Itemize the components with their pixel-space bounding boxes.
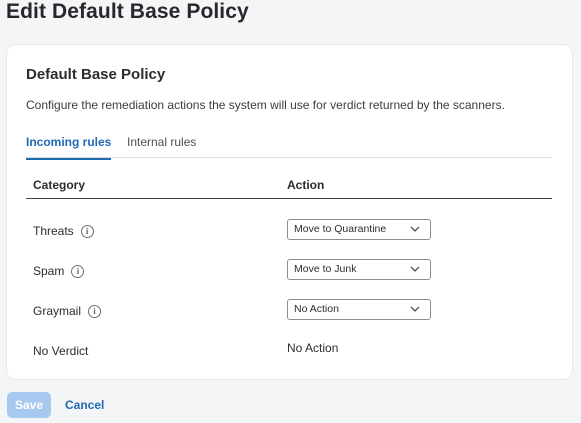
category-cell: Spam i [33,264,85,278]
action-dropdown-threats[interactable]: Move to Quarantine [287,219,431,240]
card-description: Configure the remediation actions the sy… [26,98,505,112]
save-button[interactable]: Save [7,392,51,418]
table-row-no-verdict: No Verdict No Action [26,341,552,365]
column-header-category: Category [33,178,86,192]
category-label: Graymail [33,304,82,318]
category-cell: Threats i [33,224,94,238]
chevron-down-icon [410,226,420,232]
category-cell: Graymail i [33,304,102,318]
dropdown-value: Move to Junk [294,263,357,275]
chevron-down-icon [410,266,420,272]
tab-bar: Incoming rules Internal rules [26,128,552,160]
action-dropdown-spam[interactable]: Move to Junk [287,259,431,280]
chevron-down-icon [410,306,420,312]
category-label: Spam [33,264,65,278]
table-row-threats: Threats i Move to Quarantine [26,219,552,243]
info-circle-icon[interactable]: i [88,304,102,318]
column-header-action: Action [287,178,325,192]
card-title: Default Base Policy [26,66,166,83]
info-circle-icon[interactable]: i [71,264,85,278]
page-title: Edit Default Base Policy [6,0,249,23]
policy-card: Default Base Policy Configure the remedi… [7,45,572,379]
info-circle-icon[interactable]: i [80,224,94,238]
tab-incoming-rules[interactable]: Incoming rules [26,135,112,160]
action-value-no-verdict: No Action [287,341,339,355]
dropdown-value: No Action [294,303,339,315]
table-header: Category Action [26,170,552,199]
table-row-graymail: Graymail i No Action [26,299,552,323]
action-dropdown-graymail[interactable]: No Action [287,299,431,320]
dropdown-value: Move to Quarantine [294,223,387,235]
category-label: Threats [33,224,74,238]
table-row-spam: Spam i Move to Junk [26,259,552,283]
category-cell: No Verdict [33,344,88,358]
category-label: No Verdict [33,344,89,358]
tab-internal-rules[interactable]: Internal rules [127,135,196,158]
cancel-button[interactable]: Cancel [65,398,104,412]
